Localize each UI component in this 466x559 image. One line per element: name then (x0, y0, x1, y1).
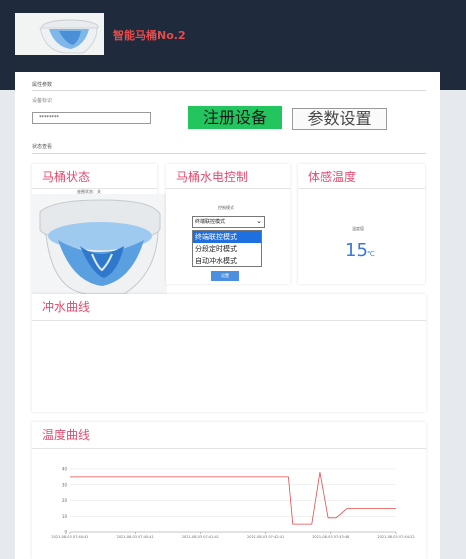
param-settings-button[interactable]: 参数设置 (292, 108, 387, 130)
x-tick-label: 2021-08-03 07:41:41 (182, 535, 219, 539)
y-tick-label: 40 (62, 467, 68, 472)
temperature-curve-card: 温度曲线 0 10 20 30 40 2021-08-03 07:40:41 2021-08… (32, 422, 426, 559)
status-divider (32, 153, 426, 154)
control-title: 马桶水电控制 (176, 170, 249, 184)
props-divider (32, 90, 426, 91)
temperature-label: 温度值 (352, 226, 364, 231)
device-title: 智能马桶No.2 (113, 29, 186, 42)
device-id-input[interactable]: ******** (32, 112, 151, 124)
control-mode-label: 控制模式 (218, 205, 234, 210)
temperature-title: 体感温度 (308, 170, 357, 184)
temperature-chart: 0 10 20 30 40 2021-08-03 07:40:41 2021-08-03 0… (51, 467, 414, 540)
chevron-down-icon: ⌄ (256, 217, 262, 225)
temperature-value: 15 (345, 240, 368, 261)
set-button[interactable]: 设置 (211, 271, 239, 281)
y-tick-label: 30 (62, 482, 68, 487)
control-mode-select[interactable]: 终端联控模式 ⌄ (192, 216, 265, 228)
flush-curve-title: 冲水曲线 (42, 300, 91, 314)
temperature-card: 体感温度 (298, 164, 425, 284)
x-tick-label: 2021-08-03 07:40:41 (117, 535, 154, 539)
y-tick-label: 0 (64, 530, 67, 535)
x-tick-label: 2021-08-03 07:44:22 (377, 535, 414, 539)
y-tick-label: 10 (62, 514, 68, 519)
flush-curve-card: 冲水曲线 (32, 294, 426, 412)
register-device-button[interactable]: 注册设备 (188, 106, 282, 129)
toilet-status-title: 马桶状态 (42, 170, 91, 184)
x-tick-label: 2021-08-03 07:40:41 (51, 535, 88, 539)
control-mode-dropdown: 终端联控模式 分段定时模式 自动冲水模式 (192, 230, 262, 267)
select-value: 终端联控模式 (195, 219, 226, 225)
x-tick-label: 2021-08-03 07:43:48 (312, 535, 349, 539)
device-thumbnail (15, 13, 104, 55)
dropdown-option[interactable]: 分段定时模式 (193, 243, 261, 255)
status-section-label: 状态查看 (32, 144, 53, 150)
x-tick-label: 2021-08-03 07:42:41 (247, 535, 284, 539)
toilet-image (32, 194, 167, 297)
y-tick-label: 20 (62, 498, 68, 503)
dropdown-option[interactable]: 自动冲水模式 (193, 255, 261, 267)
device-id-label: 设备标识 (32, 98, 53, 104)
temperature-unit: ℃ (367, 250, 375, 258)
props-section-label: 属性参数 (32, 82, 53, 88)
main-panel: 属性参数 设备标识 ******** 注册设备 参数设置 状态查看 马桶状态 座… (15, 72, 440, 559)
dropdown-option[interactable]: 终端联控模式 (193, 231, 261, 243)
